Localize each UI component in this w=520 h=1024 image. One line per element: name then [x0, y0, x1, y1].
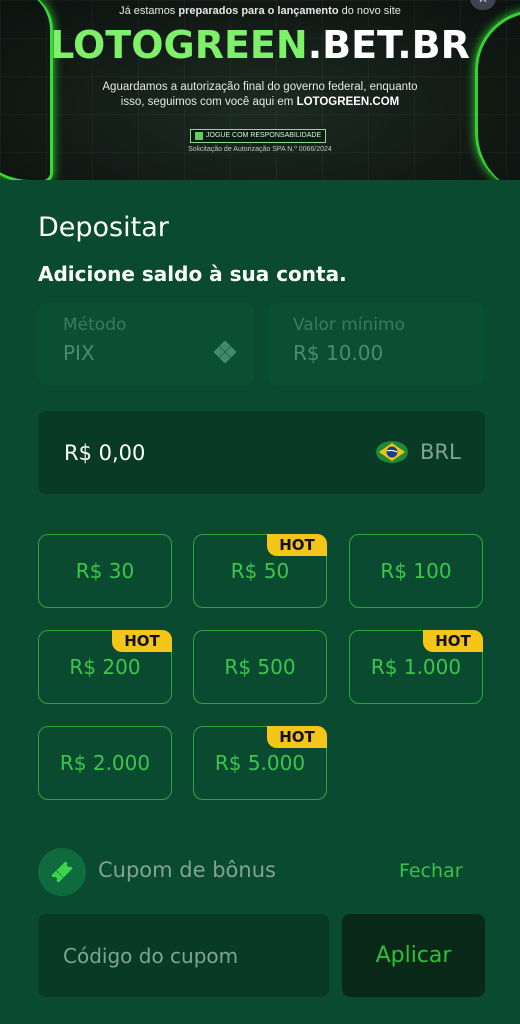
diamond-icon [214, 341, 236, 363]
responsible-gaming-badge: JOGUE COM RESPONSABILIDADE [190, 129, 327, 143]
chip-label: R$ 5.000 [214, 751, 306, 775]
chip-label: R$ 1.000 [370, 655, 462, 679]
amount-chip-50[interactable]: R$ 50 HOT [193, 534, 327, 608]
chip-label: R$ 100 [380, 559, 452, 583]
amount-chip-500[interactable]: R$ 500 [193, 630, 327, 704]
method-select[interactable]: Método PIX [38, 303, 254, 385]
method-value: PIX [63, 341, 95, 365]
promo-banner: ✕ Já estamos preparados para o lançament… [0, 0, 520, 180]
amount-chip-200[interactable]: R$ 200 HOT [38, 630, 172, 704]
ticket-icon-svg [51, 861, 73, 883]
ticket-icon [38, 848, 86, 896]
chip-label: R$ 500 [224, 655, 296, 679]
method-label: Método [63, 315, 127, 335]
coupon-code-input[interactable] [38, 914, 329, 997]
amount-chip-30[interactable]: R$ 30 [38, 534, 172, 608]
hot-badge: HOT [112, 630, 172, 652]
close-coupon-link[interactable]: Fechar [399, 860, 463, 882]
coupon-label: Cupom de bônus [98, 858, 276, 882]
chip-label: R$ 30 [75, 559, 135, 583]
amount-input[interactable]: R$ 0,00 BRL [38, 411, 485, 494]
minimum-value-label: Valor mínimo [293, 315, 405, 335]
amount-value: R$ 0,00 [64, 441, 146, 465]
brazil-flag-icon [376, 441, 408, 463]
amount-chip-100[interactable]: R$ 100 [349, 534, 483, 608]
currency-label: BRL [420, 440, 461, 464]
amount-chip-5000[interactable]: R$ 5.000 HOT [193, 726, 327, 800]
responsible-gaming-icon [195, 132, 203, 140]
minimum-value-field: Valor mínimo R$ 10.00 [268, 303, 484, 385]
chip-label: R$ 2.000 [59, 751, 151, 775]
banner-headline: Já estamos preparados para o lançamento … [119, 5, 401, 17]
chip-label: R$ 50 [230, 559, 290, 583]
page-subtitle: Adicione saldo à sua conta. [38, 262, 347, 286]
hot-badge: HOT [423, 630, 483, 652]
page-title: Depositar [38, 212, 169, 243]
authorization-text: Solicitação de Autorização SPA N.º 0066/… [188, 146, 332, 153]
banner-subtext: Aguardamos a autorização final do govern… [102, 81, 418, 108]
hot-badge: HOT [267, 726, 327, 748]
hot-badge: HOT [267, 534, 327, 556]
amount-chip-2000[interactable]: R$ 2.000 [38, 726, 172, 800]
chip-label: R$ 200 [69, 655, 141, 679]
amount-chip-1000[interactable]: R$ 1.000 HOT [349, 630, 483, 704]
minimum-value: R$ 10.00 [293, 341, 384, 365]
banner-logo: LOTOGREEN.BET.BR [50, 23, 470, 67]
apply-coupon-button[interactable]: Aplicar [342, 914, 485, 997]
